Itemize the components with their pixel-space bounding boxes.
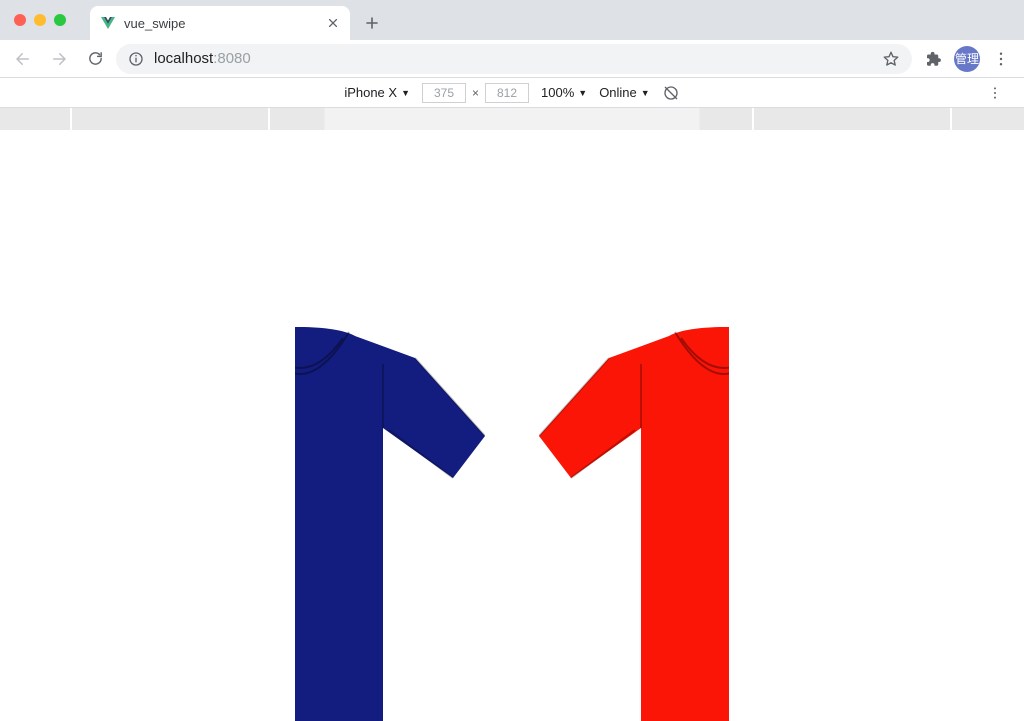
window-controls [12,0,72,40]
device-height-input[interactable]: 812 [485,83,529,103]
tshirt-icon [539,327,729,721]
browser-menu-button[interactable] [986,44,1016,74]
avatar-label: 管理 [955,50,979,67]
device-selector[interactable]: iPhone X ▼ [344,85,410,100]
close-window-button[interactable] [14,14,26,26]
site-info-icon[interactable] [128,51,144,67]
browser-tab[interactable]: vue_swipe [90,6,350,40]
caret-down-icon: ▼ [578,88,587,98]
bookmark-icon[interactable] [882,50,900,68]
new-tab-button[interactable] [358,9,386,37]
devtools-viewport-area [0,130,1024,721]
minimize-window-button[interactable] [34,14,46,26]
throttle-selector[interactable]: Online ▼ [599,85,650,100]
reload-button[interactable] [80,44,110,74]
shirt-fill [539,327,729,721]
device-name: iPhone X [344,85,397,100]
responsive-ruler[interactable] [0,108,1024,130]
tab-strip: vue_swipe [0,0,1024,40]
extensions-button[interactable] [918,44,948,74]
vue-favicon [100,15,116,31]
zoom-selector[interactable]: 100% ▼ [541,85,587,100]
rotate-device-icon[interactable] [662,84,680,102]
device-viewport[interactable] [295,130,729,721]
address-bar[interactable]: localhost:8080 [116,44,912,74]
tshirt-icon [295,327,485,721]
caret-down-icon: ▼ [641,88,650,98]
zoom-value: 100% [541,85,574,100]
profile-avatar[interactable]: 管理 [954,46,980,72]
swipe-card-right[interactable] [539,318,729,721]
dimension-controls: 375 × 812 [422,83,529,103]
swipe-stage[interactable] [295,130,729,721]
browser-toolbar: localhost:8080 管理 [0,40,1024,78]
url-text: localhost:8080 [154,50,251,67]
shirt-fill [295,327,485,721]
swipe-card-left[interactable] [295,318,485,721]
url-port: :8080 [213,50,251,67]
maximize-window-button[interactable] [54,14,66,26]
url-host: localhost [154,50,213,67]
caret-down-icon: ▼ [401,88,410,98]
tab-title: vue_swipe [124,16,318,31]
forward-button[interactable] [44,44,74,74]
throttle-value: Online [599,85,637,100]
devtools-device-toolbar: iPhone X ▼ 375 × 812 100% ▼ Online ▼ [0,78,1024,108]
back-button[interactable] [8,44,38,74]
close-tab-icon[interactable] [326,16,340,30]
devtools-more-button[interactable] [980,78,1010,108]
dimension-separator: × [472,86,479,100]
device-width-input[interactable]: 375 [422,83,466,103]
